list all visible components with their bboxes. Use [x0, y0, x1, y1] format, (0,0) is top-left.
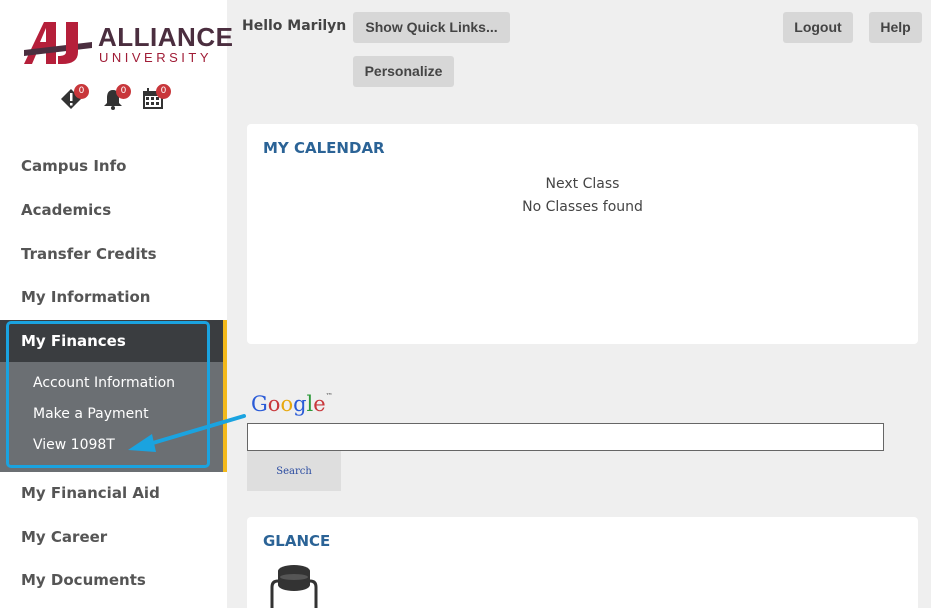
database-icon: [270, 565, 318, 608]
nav-transfer-credits[interactable]: Transfer Credits: [21, 245, 157, 263]
glance-card: GLANCE: [247, 517, 918, 608]
no-classes-text: No Classes found: [522, 199, 643, 215]
calendar-card: MY CALENDAR Next Class No Classes found: [247, 124, 918, 344]
alliance-logo[interactable]: ALLIANCE UNIVERSITY: [22, 20, 233, 68]
notification-row: 0 0 0: [60, 84, 180, 114]
nav-my-career[interactable]: My Career: [21, 528, 107, 546]
sidebar: ALLIANCE UNIVERSITY 0 0 0 Campus Info Ac…: [0, 0, 233, 608]
arrow-annotation-icon: [128, 414, 246, 452]
calendar-title: MY CALENDAR: [263, 139, 385, 157]
alerts-badge: 0: [74, 84, 89, 99]
search-button[interactable]: Search: [247, 451, 341, 491]
calendar-button[interactable]: 0: [142, 84, 171, 110]
alerts-button[interactable]: 0: [60, 84, 89, 110]
greeting: Hello Marilyn: [242, 18, 347, 34]
logout-button[interactable]: Logout: [783, 12, 853, 43]
bell-button[interactable]: 0: [102, 84, 131, 110]
logo-name: ALLIANCE: [98, 22, 234, 52]
nav-my-documents[interactable]: My Documents: [21, 571, 146, 589]
nav-my-financial-aid[interactable]: My Financial Aid: [21, 484, 160, 502]
personalize-button[interactable]: Personalize: [353, 56, 454, 87]
google-search-input[interactable]: [247, 423, 884, 451]
next-class-label: Next Class: [545, 176, 620, 192]
nav-campus-info[interactable]: Campus Info: [21, 157, 126, 175]
glance-title: GLANCE: [263, 532, 331, 550]
bell-badge: 0: [116, 84, 131, 99]
show-quick-links-button[interactable]: Show Quick Links...: [353, 12, 510, 43]
help-button[interactable]: Help: [869, 12, 922, 43]
google-logo: Google™: [251, 392, 333, 416]
calendar-badge: 0: [156, 84, 171, 99]
aj-logo-icon: [24, 22, 92, 64]
nav-academics[interactable]: Academics: [21, 201, 111, 219]
nav-my-information[interactable]: My Information: [21, 288, 150, 306]
logo-sub: UNIVERSITY: [99, 50, 213, 65]
